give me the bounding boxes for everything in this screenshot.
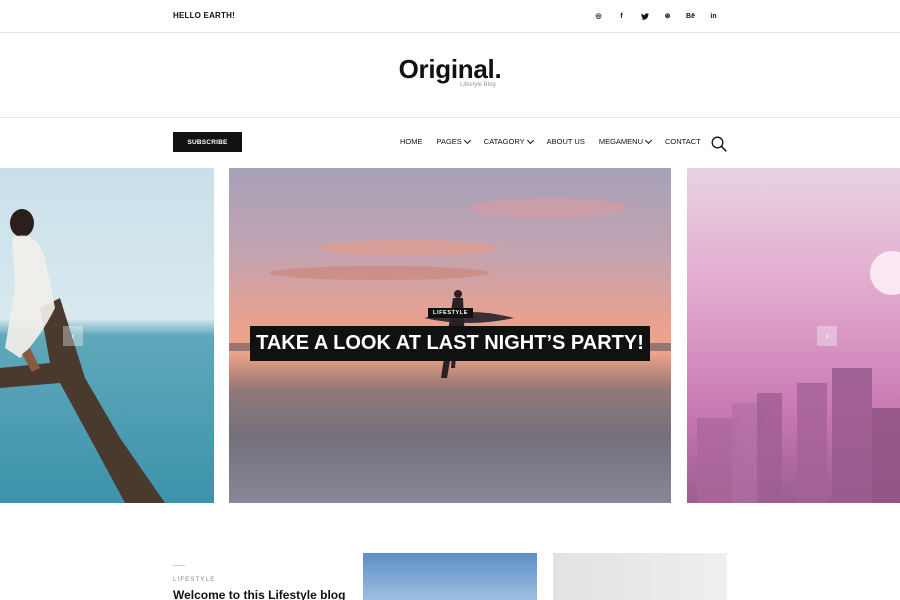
linkedin-icon[interactable]: in — [702, 9, 725, 23]
slider-next-button[interactable]: › — [817, 326, 837, 346]
slide-image-prev[interactable] — [0, 168, 214, 503]
category-badge[interactable]: LIFESTYLE — [428, 308, 474, 318]
woman-on-tree-illustration — [0, 209, 165, 503]
greeting-text: HELLO EARTH! — [173, 11, 235, 20]
twitter-icon[interactable] — [633, 9, 656, 23]
chevron-down-icon — [644, 136, 653, 144]
nav-item-label: PAGES — [436, 137, 462, 146]
subscribe-button[interactable]: SUBSCRIBE — [173, 132, 242, 152]
chevron-down-icon — [463, 136, 471, 144]
post-thumbnail[interactable] — [363, 553, 537, 600]
post-category[interactable]: LIFESTYLE — [173, 577, 215, 583]
search-icon[interactable] — [711, 136, 727, 152]
nav-item-contact[interactable]: CONTACT — [665, 137, 701, 146]
logo-area: Original. Lifestyle Blog — [0, 33, 900, 118]
slider-prev-button[interactable]: ‹ — [63, 326, 83, 346]
divider — [173, 565, 185, 566]
post-thumbnail[interactable] — [553, 553, 727, 600]
main-navbar: SUBSCRIBE HOME PAGES CATAGORY ABOUT US M… — [0, 118, 900, 168]
nav-item-about-us[interactable]: ABOUT US — [547, 137, 585, 146]
nav-item-label: CONTACT — [665, 137, 701, 146]
pinterest-icon[interactable]: ◎ — [587, 9, 610, 23]
slide-image-next[interactable] — [687, 168, 900, 503]
city-skyline-illustration — [697, 251, 900, 503]
nav-item-pages[interactable]: PAGES — [436, 136, 471, 146]
post-title[interactable]: Welcome to this Lifestyle blog — [173, 588, 345, 600]
nav-item-label: HOME — [400, 137, 423, 146]
nav-item-label: CATAGORY — [483, 137, 525, 146]
chevron-down-icon — [526, 136, 534, 144]
social-links: ◎ f ⊛ Bē in — [587, 9, 725, 23]
nav-item-home[interactable]: HOME — [400, 137, 423, 146]
site-logo[interactable]: Original. — [0, 54, 900, 85]
behance-icon[interactable]: Bē — [679, 9, 702, 23]
nav-item-megamenu[interactable]: MEGAMENU — [598, 136, 653, 146]
site-tagline: Lifestyle Blog — [460, 82, 496, 88]
slide-headline[interactable]: TAKE A LOOK AT LAST NIGHT’S PARTY! — [250, 326, 650, 361]
nav-item-catagory[interactable]: CATAGORY — [483, 136, 534, 146]
nav-item-label: MEGAMENU — [598, 137, 644, 146]
dribbble-icon[interactable]: ⊛ — [656, 9, 679, 23]
main-menu: HOME PAGES CATAGORY ABOUT US MEGAMENU CO… — [400, 136, 715, 146]
top-bar: HELLO EARTH! ◎ f ⊛ Bē in — [0, 0, 900, 33]
facebook-icon[interactable]: f — [610, 9, 633, 23]
nav-item-label: ABOUT US — [546, 137, 585, 146]
